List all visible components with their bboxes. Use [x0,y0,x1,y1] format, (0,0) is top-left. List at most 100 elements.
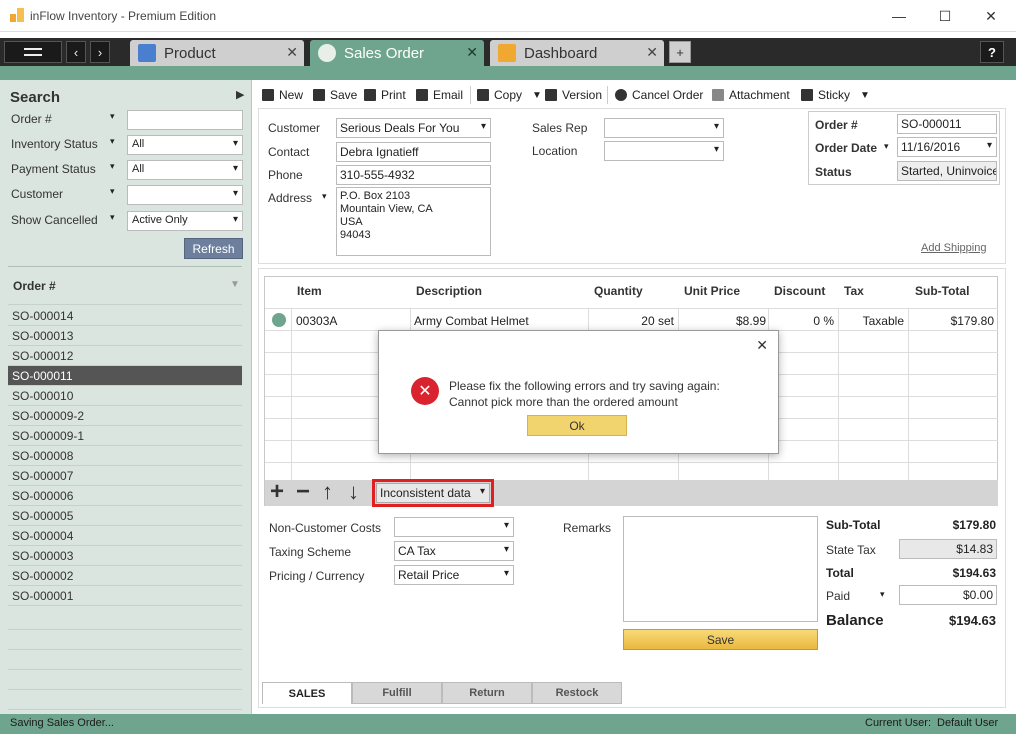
close-tab-icon[interactable]: ✕ [646,44,658,61]
tab-sales[interactable]: SALES [262,682,352,704]
back-button[interactable]: ‹ [66,41,86,63]
close-window-button[interactable]: ✕ [968,0,1014,32]
cell-item[interactable]: 00303A [296,314,337,328]
column-header-unit-price[interactable]: Unit Price [684,284,740,298]
dropdown-arrow-icon[interactable]: ▼ [860,90,870,101]
address-textarea[interactable]: P.O. Box 2103 Mountain View, CA USA 9404… [336,187,491,256]
order-list-item[interactable]: SO-000001 [8,586,242,606]
order-list-item[interactable]: SO-000005 [8,506,242,526]
contact-input[interactable]: Debra Ignatieff [336,142,491,162]
forward-button[interactable]: › [90,41,110,63]
order-list-item[interactable]: SO-000003 [8,546,242,566]
dropdown-arrow-icon[interactable]: ▾ [110,212,115,223]
save-button[interactable]: Save [623,629,818,650]
save-toolbar-button[interactable]: Save [313,84,357,106]
dropdown-arrow-icon[interactable]: ▾ [110,111,115,122]
minimize-button[interactable]: — [876,0,922,32]
column-header-tax[interactable]: Tax [844,284,864,298]
close-tab-icon[interactable]: ✕ [466,44,478,61]
order-no-input[interactable]: SO-000011 [897,114,997,134]
order-list-item[interactable]: SO-000009-2 [8,406,242,426]
taxing-scheme-select[interactable]: CA Tax [394,541,514,561]
dropdown-arrow-icon[interactable]: ▼ [532,90,542,101]
cell-unit-price[interactable]: $8.99 [680,314,766,328]
add-row-button[interactable]: + [270,479,284,505]
order-list-item[interactable]: SO-000013 [8,326,242,346]
print-button[interactable]: Print [364,84,406,106]
add-tab-button[interactable]: + [669,41,691,63]
column-header-item[interactable]: Item [297,284,322,298]
order-list-item[interactable]: SO-000014 [8,306,242,326]
tab-return[interactable]: Return [442,682,532,704]
dropdown-arrow-icon[interactable]: ▾ [110,161,115,172]
order-list-item[interactable]: SO-000008 [8,446,242,466]
dropdown-arrow-icon[interactable]: ▾ [110,186,115,197]
help-button[interactable]: ? [980,41,1004,63]
tab-product[interactable]: Product ✕ [130,40,304,66]
copy-button[interactable]: Copy ▼ [477,84,542,106]
column-header-description[interactable]: Description [416,284,482,298]
error-line: Please fix the following errors and try … [449,379,720,393]
cell-tax[interactable]: Taxable [840,314,904,328]
filter-show-cancelled-select[interactable]: Active Only [127,211,243,231]
cell-discount[interactable]: 0 % [770,314,834,328]
order-list-item[interactable]: SO-000004 [8,526,242,546]
remarks-textarea[interactable] [623,516,818,622]
order-list-item[interactable]: SO-000006 [8,486,242,506]
cell-quantity[interactable]: 20 set [590,314,674,328]
column-header-discount[interactable]: Discount [774,284,825,298]
order-list-item[interactable]: SO-000009-1 [8,426,242,446]
phone-input[interactable]: 310-555-4932 [336,165,491,185]
filter-order-input[interactable] [127,110,243,130]
location-select[interactable] [604,141,724,161]
sticky-button[interactable]: Sticky ▼ [801,84,870,106]
dropdown-arrow-icon[interactable]: ▾ [322,191,327,202]
remove-row-button[interactable]: − [296,479,310,505]
close-tab-icon[interactable]: ✕ [286,44,298,61]
collapse-arrow-icon[interactable]: ▶ [236,88,244,101]
tab-sales-order[interactable]: Sales Order ✕ [310,40,484,66]
menu-button[interactable] [4,41,62,63]
order-date-picker[interactable]: 11/16/2016 [897,137,997,157]
pricing-currency-select[interactable]: Retail Price [394,565,514,585]
sales-rep-select[interactable] [604,118,724,138]
filter-payment-status-label: Payment Status [11,162,96,176]
order-list-item[interactable]: SO-000002 [8,566,242,586]
add-shipping-link[interactable]: Add Shipping [921,242,986,254]
close-icon[interactable]: ✕ [756,337,768,354]
column-header-subtotal[interactable]: Sub-Total [915,284,969,298]
cancel-order-button[interactable]: Cancel Order [615,84,703,106]
column-header-quantity[interactable]: Quantity [594,284,643,298]
order-list-header[interactable]: Order # [13,279,56,293]
dropdown-arrow-icon[interactable]: ▾ [880,589,885,600]
sort-arrow-icon[interactable]: ▼ [230,279,240,290]
filter-customer-select[interactable] [127,185,243,205]
filter-payment-status-select[interactable]: All [127,160,243,180]
order-list-item[interactable]: SO-000010 [8,386,242,406]
attachment-button[interactable]: Attachment [712,84,790,106]
customer-select[interactable]: Serious Deals For You [336,118,491,138]
tab-fulfill[interactable]: Fulfill [352,682,442,704]
non-customer-costs-select[interactable] [394,517,514,537]
email-button[interactable]: Email [416,84,463,106]
version-button[interactable]: Version [545,84,602,106]
cell-description[interactable]: Army Combat Helmet [414,314,529,328]
refresh-button[interactable]: Refresh [184,238,243,259]
dropdown-arrow-icon[interactable]: ▾ [884,141,889,152]
move-down-button[interactable]: ↓ [348,479,359,505]
address-line: USA [340,216,363,228]
filter-inventory-status-select[interactable]: All [127,135,243,155]
tab-restock[interactable]: Restock [532,682,622,704]
new-button[interactable]: New [262,84,303,106]
order-list-item[interactable]: SO-000011 [8,366,242,386]
paid-input[interactable]: $0.00 [899,585,997,605]
order-list-item[interactable]: SO-000012 [8,346,242,366]
order-list-item[interactable]: SO-000007 [8,466,242,486]
tab-dashboard[interactable]: Dashboard ✕ [490,40,664,66]
maximize-button[interactable]: ☐ [922,0,968,32]
dropdown-arrow-icon[interactable]: ▾ [110,136,115,147]
ok-button[interactable]: Ok [527,415,627,436]
move-up-button[interactable]: ↑ [322,479,333,505]
cell-subtotal[interactable]: $179.80 [910,314,994,328]
pick-status-select[interactable]: Inconsistent data [376,483,490,503]
